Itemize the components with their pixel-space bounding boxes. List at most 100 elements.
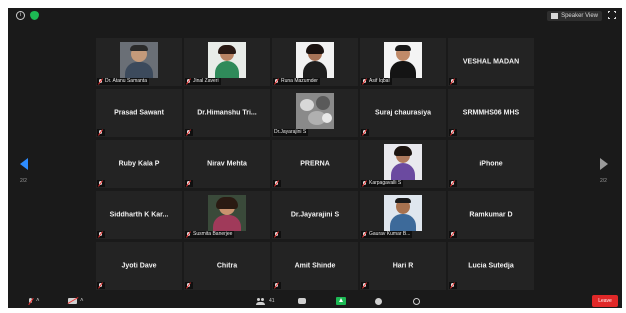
participant-tile[interactable]: Suraj chaurasiya [360, 89, 446, 137]
fullscreen-icon[interactable] [607, 10, 617, 20]
participant-tile[interactable]: Dr.Jayarajini S [272, 191, 358, 239]
participant-tile[interactable]: VESHAL MADAN [448, 38, 534, 86]
participant-tile[interactable]: PRERNA [272, 140, 358, 188]
muted-mic-icon [98, 231, 103, 238]
participant-label: Asif Iqbal [361, 78, 392, 85]
shield-icon[interactable] [30, 11, 39, 20]
participant-label [97, 231, 105, 238]
chevron-right-icon [600, 158, 608, 170]
participant-label [449, 282, 457, 289]
reactions-icon [413, 297, 420, 305]
participants-icon [256, 297, 266, 305]
participant-label: Karpagavalli S [361, 180, 404, 187]
video-off-icon [68, 298, 77, 304]
participant-label [361, 129, 369, 136]
participants-button[interactable]: 41 [256, 296, 275, 306]
participant-video [208, 42, 246, 78]
participant-video [296, 93, 334, 129]
speaker-view-button[interactable]: Speaker View [547, 11, 602, 21]
participant-tile[interactable]: Nirav Mehta [184, 140, 270, 188]
participant-label [97, 282, 105, 289]
participant-tile[interactable]: Dr.Jayarajini S [272, 89, 358, 137]
muted-mic-icon [28, 297, 33, 305]
muted-mic-icon [362, 282, 367, 289]
chevron-up-icon[interactable]: ˄ [80, 298, 84, 304]
participant-label [273, 231, 281, 238]
muted-mic-icon [274, 231, 279, 238]
participant-name: Lucia Sutedja [468, 262, 514, 270]
participant-name: Dr.Himanshu Tri... [197, 109, 257, 117]
chat-icon [298, 298, 306, 304]
participant-tile[interactable]: Chitra [184, 242, 270, 290]
participant-tile[interactable]: Hari R [360, 242, 446, 290]
muted-mic-icon [450, 231, 455, 238]
muted-mic-icon [274, 78, 279, 85]
participant-tile[interactable]: Dr. Atanu Samanta [96, 38, 182, 86]
previous-page-button[interactable]: 2/2 [20, 158, 32, 184]
participant-name: Suraj chaurasiya [374, 109, 432, 117]
start-video-button[interactable]: ˄ [68, 296, 84, 306]
participant-tile[interactable]: Dr.Himanshu Tri... [184, 89, 270, 137]
participant-label: Dr. Atanu Samanta [97, 78, 149, 85]
record-button[interactable] [375, 296, 382, 306]
share-screen-button[interactable] [336, 296, 346, 306]
participant-tile[interactable]: Karpagavalli S [360, 140, 446, 188]
chevron-left-icon [20, 158, 28, 170]
participant-label [273, 282, 281, 289]
participant-tile[interactable]: Jinal Zaveri [184, 38, 270, 86]
participant-video [384, 42, 422, 78]
participant-tile[interactable]: Amit Shinde [272, 242, 358, 290]
chat-button[interactable] [298, 296, 306, 306]
muted-mic-icon [362, 129, 367, 136]
participant-name: Ruby Kala P [118, 160, 160, 168]
muted-mic-icon [362, 231, 367, 238]
muted-mic-icon [450, 282, 455, 289]
participant-name: Karpagavalli S [369, 180, 402, 186]
muted-mic-icon [186, 231, 191, 238]
speaker-view-label: Speaker View [561, 13, 598, 19]
participant-tile[interactable]: Siddharth K Kar... [96, 191, 182, 239]
participant-label [449, 180, 457, 187]
participant-label [273, 180, 281, 187]
participant-name: PRERNA [300, 160, 330, 168]
participant-name: Nirav Mehta [207, 160, 247, 168]
participant-tile[interactable]: Susmita Banerjee [184, 191, 270, 239]
participant-label: Dr.Jayarajini S [273, 129, 309, 136]
participant-label [97, 180, 105, 187]
participant-tile[interactable]: Runa Mazumder [272, 38, 358, 86]
participant-tile[interactable]: Lucia Sutedja [448, 242, 534, 290]
participant-name: Prasad Sawant [114, 109, 164, 117]
leave-button[interactable]: Leave [592, 295, 618, 307]
reactions-button[interactable] [413, 296, 420, 306]
participant-label: Gaurav Kumar B... [361, 231, 413, 238]
participant-name: Dr.Jayarajini S [274, 129, 307, 135]
participant-name: SRMMHS06 MHS [462, 109, 520, 117]
participant-tile[interactable]: Ramkumar D [448, 191, 534, 239]
participant-name: Jinal Zaveri [193, 78, 219, 84]
participant-name: Amit Shinde [294, 262, 336, 270]
share-screen-icon [336, 297, 346, 305]
participant-tile[interactable]: Jyoti Dave [96, 242, 182, 290]
grid-view-icon [551, 13, 559, 19]
unmute-button[interactable]: ˄ [28, 296, 40, 306]
participant-tile[interactable]: Asif Iqbal [360, 38, 446, 86]
participant-tile[interactable]: Gaurav Kumar B... [360, 191, 446, 239]
participant-label [185, 180, 193, 187]
participant-name: Dr.Jayarajini S [290, 211, 340, 219]
info-icon[interactable]: i [16, 11, 25, 20]
participant-name: Susmita Banerjee [193, 231, 233, 237]
muted-mic-icon [450, 180, 455, 187]
participant-label: Susmita Banerjee [185, 231, 235, 238]
participant-video [384, 144, 422, 180]
participant-label [361, 282, 369, 289]
page-indicator-left: 2/2 [20, 178, 27, 184]
participant-tile[interactable]: Ruby Kala P [96, 140, 182, 188]
participant-tile[interactable]: SRMMHS06 MHS [448, 89, 534, 137]
participant-tile[interactable]: Prasad Sawant [96, 89, 182, 137]
participant-tile[interactable]: iPhone [448, 140, 534, 188]
participant-video [384, 195, 422, 231]
participant-name: iPhone [479, 160, 503, 168]
participant-video [208, 195, 246, 231]
chevron-up-icon[interactable]: ˄ [36, 298, 40, 304]
next-page-button[interactable]: 2/2 [600, 158, 612, 184]
